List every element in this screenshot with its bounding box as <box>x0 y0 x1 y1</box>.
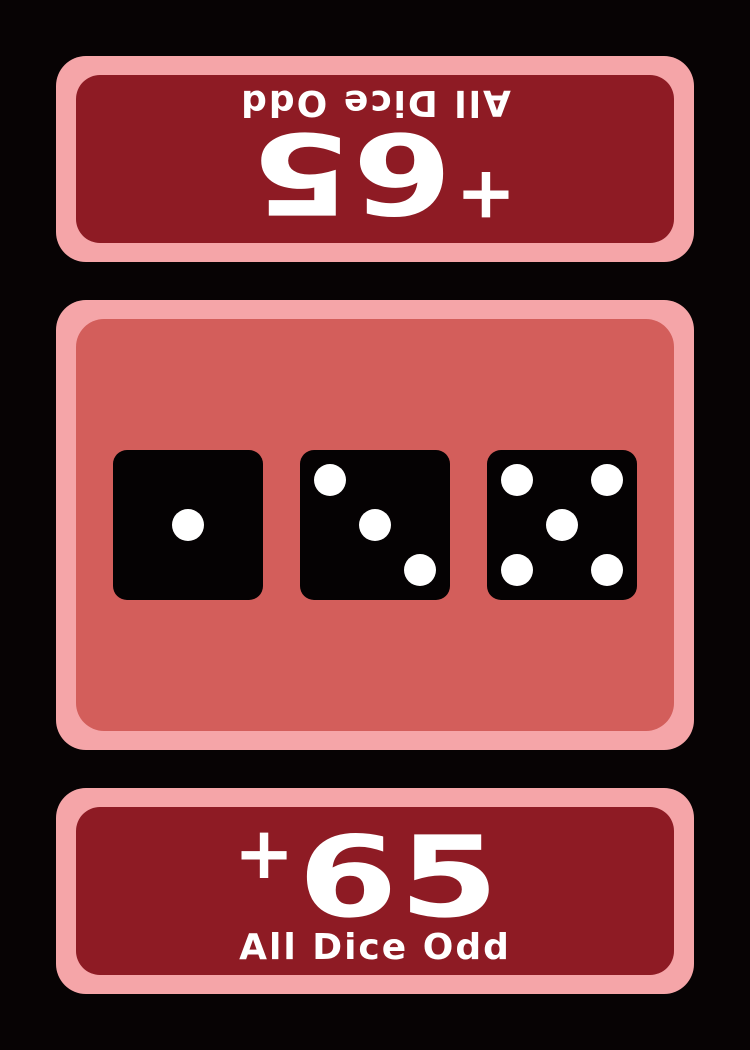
die-pip <box>591 554 623 586</box>
die-pip <box>501 554 533 586</box>
dice-panel <box>56 300 694 750</box>
die-pip <box>172 509 204 541</box>
die-pip <box>314 464 346 496</box>
dice-row <box>113 450 638 600</box>
die-pip <box>546 509 578 541</box>
die-pip <box>359 509 391 541</box>
scoring-card: +65 All Dice Odd +65 All Dice Odd <box>0 0 750 1050</box>
bottom-score-panel-inner: +65 All Dice Odd <box>76 807 674 975</box>
die-3 <box>300 450 450 600</box>
top-condition-label: All Dice Odd <box>239 82 511 123</box>
bottom-plus-sign: + <box>233 811 295 895</box>
die-5 <box>487 450 637 600</box>
die-pip <box>404 554 436 586</box>
die-1 <box>113 450 263 600</box>
top-score-panel-inner: +65 All Dice Odd <box>76 75 674 243</box>
bottom-condition-label: All Dice Odd <box>239 927 511 968</box>
bottom-score-panel: +65 All Dice Odd <box>56 788 694 994</box>
die-pip <box>591 464 623 496</box>
dice-panel-inner <box>76 319 674 731</box>
top-score-rotated: +65 All Dice Odd <box>76 75 674 243</box>
top-score-panel: +65 All Dice Odd <box>56 56 694 262</box>
die-pip <box>501 464 533 496</box>
top-plus-sign: + <box>455 155 517 239</box>
